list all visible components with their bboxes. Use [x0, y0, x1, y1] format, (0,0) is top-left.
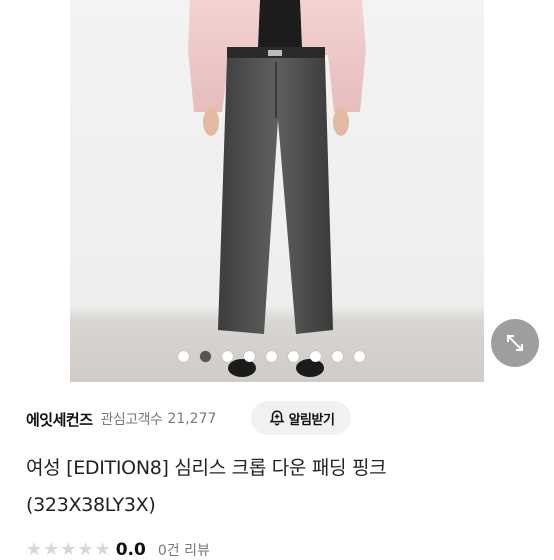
rating-row[interactable]: ★ ★ ★ ★ ★ 0.0 0건 리뷰 — [26, 540, 210, 560]
product-title-line2: (323X38LY3X) — [26, 494, 156, 516]
star-icon: ★ — [26, 539, 43, 560]
carousel-dot[interactable] — [354, 350, 365, 362]
carousel-dot[interactable] — [288, 350, 299, 362]
carousel-indicator — [178, 349, 365, 363]
product-title: 여성 [EDITION8] 심리스 크롭 다운 패딩 핑크 (323X38LY3… — [26, 450, 536, 524]
carousel-dot[interactable] — [244, 350, 255, 362]
expand-icon — [507, 335, 523, 351]
star-icon: ★ — [43, 539, 60, 560]
carousel-dot[interactable] — [178, 350, 189, 362]
star-icon: ★ — [60, 539, 77, 560]
favorites-label: 관심고객수 — [100, 412, 163, 428]
seller-name[interactable]: 에잇세컨즈 — [26, 409, 93, 430]
carousel-dot[interactable] — [266, 350, 277, 362]
model-illustration — [188, 0, 366, 377]
alarm-button-label: 알림받기 — [288, 412, 335, 428]
carousel-dot[interactable] — [310, 350, 321, 362]
star-icon: ★ — [94, 539, 111, 560]
product-title-line1: 여성 [EDITION8] 심리스 크롭 다운 패딩 핑크 — [26, 457, 387, 479]
carousel-dot[interactable] — [332, 350, 343, 362]
favorites-count: 21,277 — [167, 411, 217, 427]
star-icon: ★ — [77, 539, 94, 560]
carousel-dot[interactable] — [222, 350, 233, 362]
fullscreen-button[interactable] — [491, 319, 539, 367]
review-count[interactable]: 0건 리뷰 — [158, 540, 210, 560]
product-photo[interactable] — [70, 0, 484, 382]
bell-plus-icon — [269, 410, 285, 426]
carousel-dot-active[interactable] — [200, 350, 211, 362]
rating-value: 0.0 — [115, 540, 146, 560]
alarm-button[interactable]: 알림받기 — [251, 401, 351, 435]
